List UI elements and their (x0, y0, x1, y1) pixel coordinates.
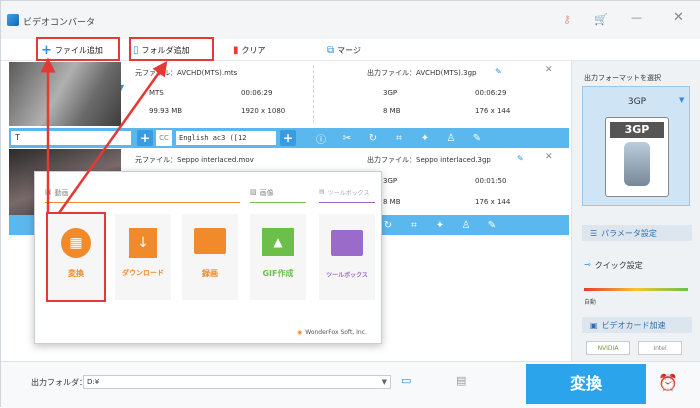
app-window: ビデオコンバータ ⚷ 🛒 — ✕ + ファイル追加 ▼ ▯ フォルダ追加 ▮ ク… (0, 0, 700, 408)
annotation-arrows (40, 57, 168, 214)
arrow-to-add-folder (57, 60, 168, 214)
